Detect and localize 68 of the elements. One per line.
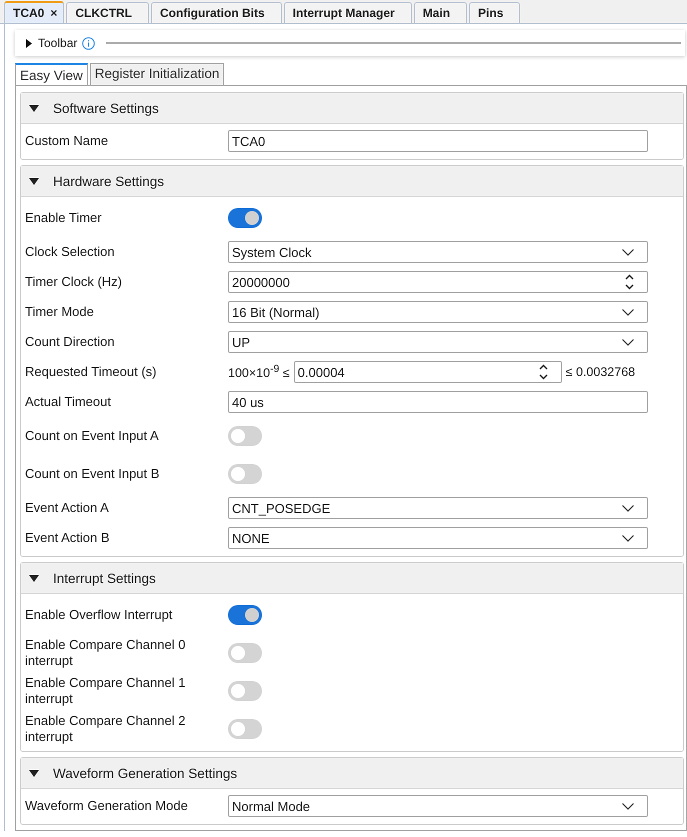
view-tab[interactable]: Easy View bbox=[15, 63, 88, 85]
field-label: Actual Timeout bbox=[25, 394, 112, 410]
toggle-switch[interactable] bbox=[228, 464, 262, 484]
field-label: Enable Compare Channel 0 interrupt bbox=[25, 637, 186, 669]
section-title: Hardware Settings bbox=[53, 174, 164, 188]
info-icon[interactable] bbox=[82, 36, 96, 50]
editor-tab[interactable]: Main bbox=[414, 2, 468, 23]
chevron-down-icon bbox=[622, 504, 634, 512]
dropdown[interactable]: 16 Bit (Normal) bbox=[228, 301, 648, 323]
toggle-switch[interactable] bbox=[228, 719, 262, 739]
editor-tab[interactable]: Configuration Bits bbox=[151, 2, 282, 23]
field-label: Count on Event Input A bbox=[25, 428, 160, 444]
text-field[interactable]: 40 us bbox=[228, 391, 648, 413]
field-label: Timer Clock (Hz) bbox=[25, 274, 124, 290]
field-label: Event Action B bbox=[25, 530, 111, 546]
editor-tab[interactable]: CLKCTRL bbox=[66, 2, 150, 23]
number-spinner[interactable]: 0.00004 bbox=[294, 361, 562, 383]
chevron-down-icon bbox=[622, 248, 634, 256]
section-header[interactable]: Waveform Generation Settings bbox=[21, 758, 683, 789]
toggle-switch[interactable] bbox=[228, 605, 262, 625]
field-label: Timer Mode bbox=[25, 304, 95, 320]
section-title: Software Settings bbox=[53, 100, 159, 116]
section-header[interactable]: Hardware Settings bbox=[21, 166, 683, 197]
editor-tab[interactable]: TCA0 × bbox=[4, 1, 64, 23]
field-label: Enable Timer bbox=[25, 210, 103, 226]
up-down-arrows-icon[interactable] bbox=[625, 274, 634, 290]
chevron-down-icon bbox=[622, 308, 634, 316]
section-header[interactable]: Software Settings bbox=[21, 93, 683, 124]
field-label: Clock Selection bbox=[25, 244, 116, 260]
minimum-label: 100×10$^{-9}$ ≤ bbox=[228, 364, 290, 380]
chevron-down-icon bbox=[622, 338, 634, 346]
toolbar-label[interactable]: Toolbar bbox=[38, 36, 78, 50]
collapse-arrow-icon[interactable] bbox=[29, 770, 39, 776]
up-down-arrows-icon[interactable] bbox=[538, 364, 548, 380]
dropdown[interactable]: System Clock bbox=[228, 241, 648, 263]
section-title: Interrupt Settings bbox=[53, 570, 156, 586]
maximum-label: ≤ 0.0032768 bbox=[566, 365, 636, 379]
section-title: Waveform Generation Settings bbox=[53, 766, 238, 780]
expand-arrow-icon[interactable] bbox=[25, 38, 33, 48]
dropdown[interactable]: CNT_POSEDGE bbox=[228, 497, 648, 519]
dropdown[interactable]: NONE bbox=[228, 527, 648, 549]
field-label: Enable Compare Channel 2 interrupt bbox=[25, 713, 186, 745]
field-label: Enable Overflow Interrupt bbox=[25, 607, 174, 623]
close-icon[interactable]: × bbox=[50, 6, 58, 20]
toggle-switch[interactable] bbox=[228, 681, 262, 701]
editor-tab[interactable]: Pins bbox=[469, 2, 520, 23]
collapse-arrow-icon[interactable] bbox=[29, 178, 39, 184]
field-label: Requested Timeout (s) bbox=[25, 364, 158, 380]
field-label: Custom Name bbox=[25, 133, 110, 149]
editor-tab[interactable]: Interrupt Manager bbox=[284, 2, 412, 23]
dropdown[interactable]: Normal Mode bbox=[228, 795, 648, 817]
field-label: Event Action A bbox=[25, 500, 110, 516]
field-label: Enable Compare Channel 1 interrupt bbox=[25, 675, 186, 707]
field-label: Waveform Generation Mode bbox=[25, 798, 189, 814]
toggle-switch[interactable] bbox=[228, 426, 262, 446]
text-field[interactable]: TCA0 bbox=[228, 130, 648, 152]
section-header[interactable]: Interrupt Settings bbox=[21, 563, 683, 594]
toggle-switch[interactable] bbox=[228, 208, 262, 228]
field-label: Count on Event Input B bbox=[25, 466, 160, 482]
number-spinner[interactable]: 20000000 bbox=[228, 271, 648, 293]
dropdown[interactable]: UP bbox=[228, 331, 648, 353]
collapse-arrow-icon[interactable] bbox=[29, 574, 39, 582]
collapse-arrow-icon[interactable] bbox=[29, 104, 39, 112]
field-label: Count Direction bbox=[25, 334, 116, 350]
view-tab[interactable]: Register Initialization bbox=[90, 63, 224, 85]
chevron-down-icon bbox=[622, 534, 634, 542]
toggle-switch[interactable] bbox=[228, 643, 262, 663]
chevron-down-icon bbox=[622, 802, 634, 810]
